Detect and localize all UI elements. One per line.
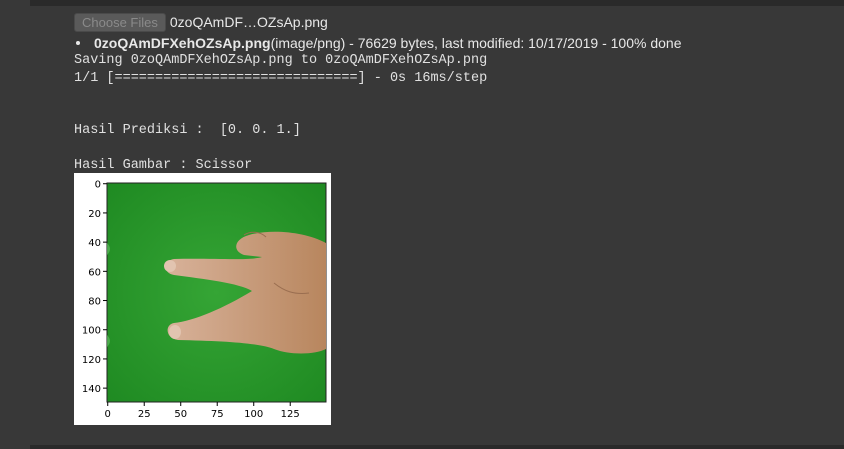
upload-row: Choose Files 0zoQAmDF…OZsAp.png bbox=[74, 12, 834, 32]
choose-files-button[interactable]: Choose Files bbox=[74, 12, 166, 32]
y-tick-label: 60 bbox=[88, 267, 101, 278]
y-tick-label: 0 bbox=[95, 180, 101, 191]
cell-gutter bbox=[0, 0, 30, 449]
y-tick-label: 80 bbox=[88, 297, 101, 308]
x-tick-label: 125 bbox=[281, 409, 300, 420]
plot-svg: 0 20 40 60 80 100 120 140 0 25 50 75 100 125 bbox=[82, 180, 327, 420]
uploaded-file-name: 0zoQAmDFXehOZsAp.png bbox=[94, 35, 271, 51]
x-tick-label: 100 bbox=[244, 409, 263, 420]
result-line: Hasil Gambar : Scissor bbox=[74, 157, 253, 173]
blank-space-2 bbox=[74, 140, 834, 157]
y-tick-label: 100 bbox=[82, 326, 101, 337]
x-tick-label: 0 bbox=[105, 409, 111, 420]
cell-top-border bbox=[30, 0, 844, 6]
cell-output: Choose Files 0zoQAmDF…OZsAp.png 0zoQAmDF… bbox=[74, 12, 834, 174]
y-axis: 0 20 40 60 80 100 120 140 bbox=[82, 180, 107, 395]
y-tick-label: 140 bbox=[82, 384, 101, 395]
uploaded-file-info: (image/png) - 76629 bytes, last modified… bbox=[270, 35, 682, 51]
x-tick-label: 25 bbox=[138, 409, 151, 420]
x-tick-label: 75 bbox=[211, 409, 224, 420]
y-tick-label: 20 bbox=[88, 209, 101, 220]
prediction-line: Hasil Prediksi : [0. 0. 1.] bbox=[74, 123, 301, 138]
y-tick-label: 120 bbox=[82, 355, 101, 366]
x-axis: 0 25 50 75 100 125 bbox=[105, 402, 300, 420]
saving-line: Saving 0zoQAmDFXehOZsAp.png to 0zoQAmDFX… bbox=[74, 53, 488, 68]
blank-space bbox=[74, 87, 834, 122]
cell-bottom-border bbox=[30, 445, 844, 449]
x-tick-label: 50 bbox=[174, 409, 187, 420]
y-tick-label: 40 bbox=[88, 238, 101, 249]
bullet-icon bbox=[76, 41, 80, 45]
uploaded-file-item: 0zoQAmDFXehOZsAp.png (image/png) - 76629… bbox=[74, 34, 834, 52]
selected-file-name: 0zoQAmDF…OZsAp.png bbox=[169, 14, 328, 30]
progress-line: 1/1 [==============================] - 0… bbox=[74, 70, 488, 86]
image-plot: 0 20 40 60 80 100 120 140 0 25 50 75 100 125 bbox=[74, 173, 331, 425]
